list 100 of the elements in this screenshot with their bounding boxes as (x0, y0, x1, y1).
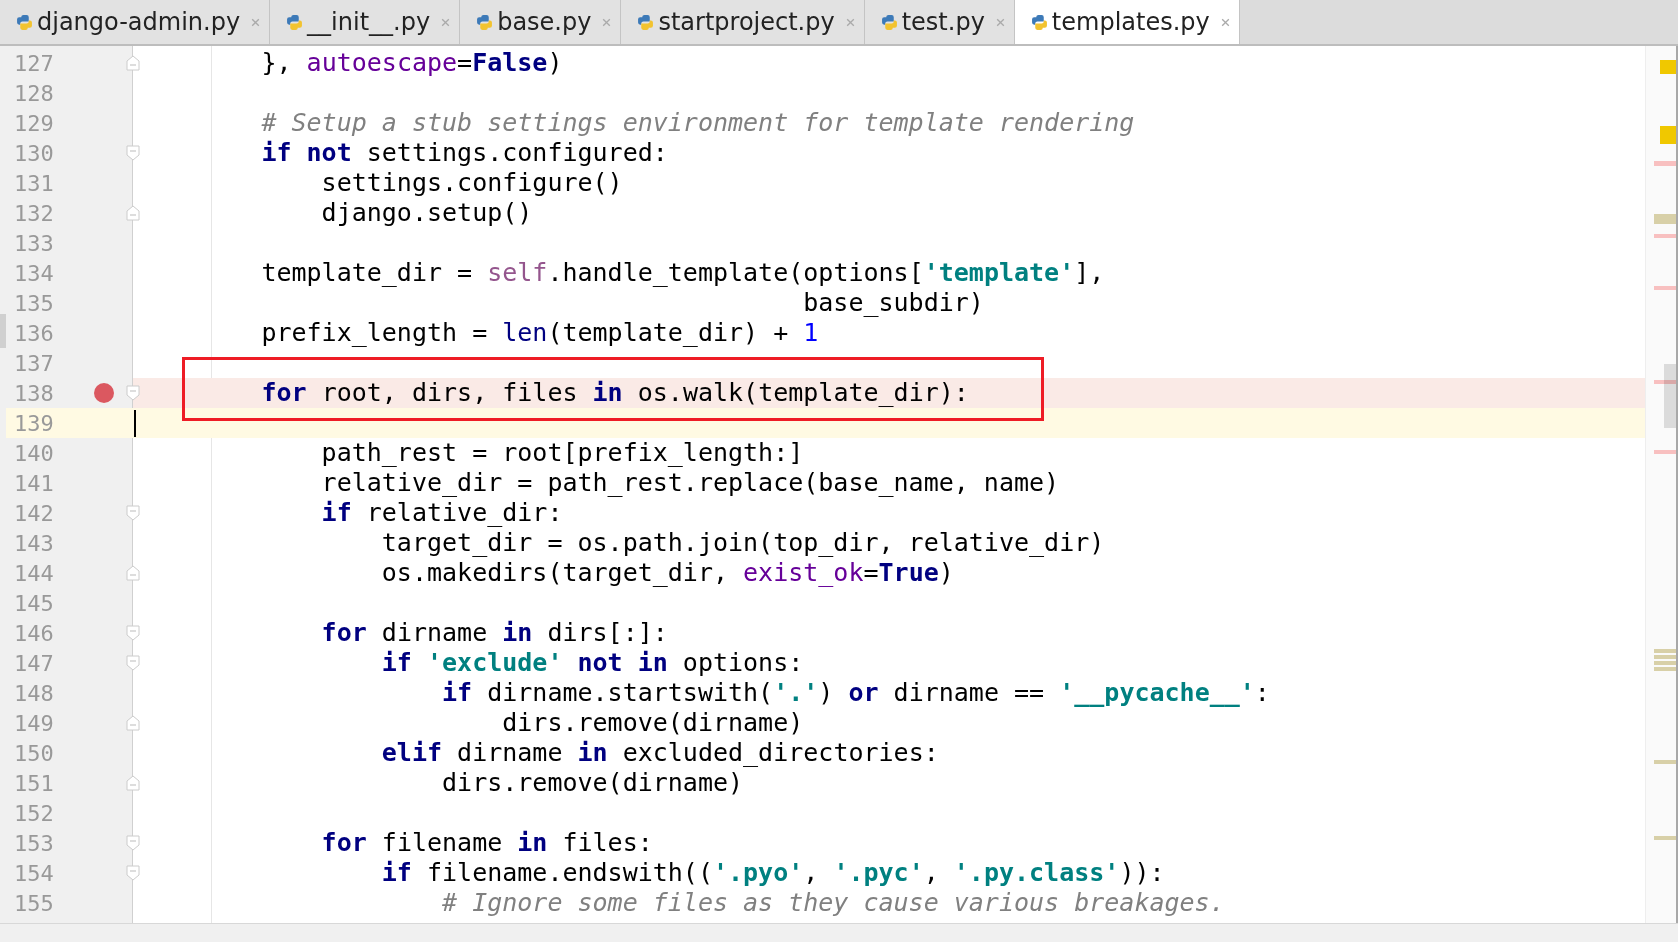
line-number: 146 (14, 620, 54, 646)
code-line: dirs.remove(dirname) (501, 708, 804, 738)
code-line: relative_dir = path_rest.replace(base_name, name) (320, 468, 1060, 498)
line-number: 155 (14, 890, 54, 916)
fold-icon[interactable] (126, 715, 140, 731)
line-number: 133 (14, 230, 54, 256)
stripe-mark[interactable] (1654, 286, 1676, 290)
fold-icon[interactable] (126, 385, 140, 401)
breakpoint-icon[interactable] (94, 383, 114, 403)
editor-tab[interactable]: test.py (864, 0, 1015, 44)
line-number: 148 (14, 680, 54, 706)
line-number: 134 (14, 260, 54, 286)
python-file-icon (476, 13, 494, 31)
line-number: 154 (14, 860, 54, 886)
line-number: 143 (14, 530, 54, 556)
gutter-marker (0, 314, 6, 348)
line-number: 128 (14, 80, 54, 106)
code-line: # Setup a stub settings environment for template rendering (260, 108, 1135, 138)
python-file-icon (1030, 13, 1048, 31)
code-line: for dirname in dirs[:]: (320, 618, 668, 648)
stripe-mark[interactable] (1654, 161, 1676, 166)
scrollbar-thumb[interactable] (1664, 364, 1676, 428)
line-number: 144 (14, 560, 54, 586)
line-number: 147 (14, 650, 54, 676)
code-line: prefix_length = len(template_dir) + 1 (260, 318, 819, 348)
fold-icon[interactable] (126, 55, 140, 71)
python-file-icon (880, 13, 898, 31)
line-number: 149 (14, 710, 54, 736)
code-line: for root, dirs, files in os.walk(template_dir): (260, 378, 969, 408)
fold-icon[interactable] (126, 145, 140, 161)
python-file-icon (286, 13, 304, 31)
code-line: for filename in files: (320, 828, 653, 858)
line-number: 138 (14, 380, 54, 406)
code-editor[interactable] (6, 46, 1645, 923)
line-number: 141 (14, 470, 54, 496)
code-line: target_dir = os.path.join(top_dir, relative_dir) (380, 528, 1105, 558)
line-number: 145 (14, 590, 54, 616)
stripe-mark[interactable] (1654, 450, 1676, 454)
stripe-mark[interactable] (1654, 760, 1676, 764)
stripe-mark[interactable] (1660, 60, 1676, 74)
line-number: 142 (14, 500, 54, 526)
stripe-mark[interactable] (1654, 655, 1676, 659)
fold-icon[interactable] (126, 505, 140, 521)
fold-icon[interactable] (126, 625, 140, 641)
stripe-mark[interactable] (1654, 649, 1676, 653)
fold-icon[interactable] (126, 655, 140, 671)
line-number: 127 (14, 50, 54, 76)
stripe-mark[interactable] (1654, 234, 1676, 238)
code-line: # Ignore some files as they cause various breakages. (441, 888, 1225, 918)
close-icon[interactable] (440, 16, 452, 28)
code-line: elif dirname in excluded_directories: (380, 738, 939, 768)
stripe-mark[interactable] (1654, 214, 1676, 224)
text-caret (134, 410, 136, 437)
line-number: 140 (14, 440, 54, 466)
code-line: os.makedirs(target_dir, exist_ok=True) (380, 558, 954, 588)
close-icon[interactable] (994, 16, 1006, 28)
python-file-icon (16, 13, 33, 31)
code-line: if not settings.configured: (260, 138, 668, 168)
code-line: if relative_dir: (320, 498, 563, 528)
editor-tab[interactable]: startproject.py (621, 0, 865, 44)
fold-icon[interactable] (126, 865, 140, 881)
editor-tab[interactable]: django-admin.py (0, 0, 271, 44)
line-number: 151 (14, 770, 54, 796)
editor-tab[interactable]: __init__.py (270, 0, 461, 44)
fold-icon[interactable] (126, 775, 140, 791)
python-file-icon (637, 13, 655, 31)
close-icon[interactable] (250, 16, 262, 28)
stripe-mark[interactable] (1660, 126, 1676, 144)
code-line: if dirname.startswith('.') or dirname == '__pycache__': (441, 678, 1270, 708)
line-number: 131 (14, 170, 54, 196)
fold-icon[interactable] (126, 835, 140, 851)
code-line: django.setup() (320, 198, 533, 228)
line-number: 132 (14, 200, 54, 226)
code-line: if 'exclude' not in options: (380, 648, 804, 678)
line-number: 150 (14, 740, 54, 766)
stripe-mark[interactable] (1654, 836, 1676, 840)
fold-icon[interactable] (126, 565, 140, 581)
editor-tab[interactable]: base.py (460, 0, 622, 44)
close-icon[interactable] (601, 16, 613, 28)
code-line: }, autoescape=False) (260, 48, 563, 78)
line-number: 137 (14, 350, 54, 376)
line-number: 129 (14, 110, 54, 136)
line-number: 135 (14, 290, 54, 316)
close-icon[interactable] (1219, 16, 1231, 28)
stripe-mark[interactable] (1654, 661, 1676, 665)
code-line: base_subdir) (802, 288, 984, 318)
editor-tab[interactable]: templates.py (1014, 0, 1240, 44)
code-line: template_dir = self.handle_template(options['template'], (260, 258, 1105, 288)
line-number: 130 (14, 140, 54, 166)
code-line: settings.configure() (320, 168, 623, 198)
code-line: if filename.endswith(('.pyo', '.pyc', '.py.class')): (380, 858, 1165, 888)
stripe-mark[interactable] (1654, 667, 1676, 671)
stripe-mark[interactable] (1654, 380, 1676, 384)
line-number: 136 (14, 320, 54, 346)
line-number: 139 (14, 410, 54, 436)
line-number: 153 (14, 830, 54, 856)
line-number: 152 (14, 800, 54, 826)
close-icon[interactable] (844, 16, 856, 28)
fold-icon[interactable] (126, 205, 140, 221)
code-line: dirs.remove(dirname) (441, 768, 744, 798)
